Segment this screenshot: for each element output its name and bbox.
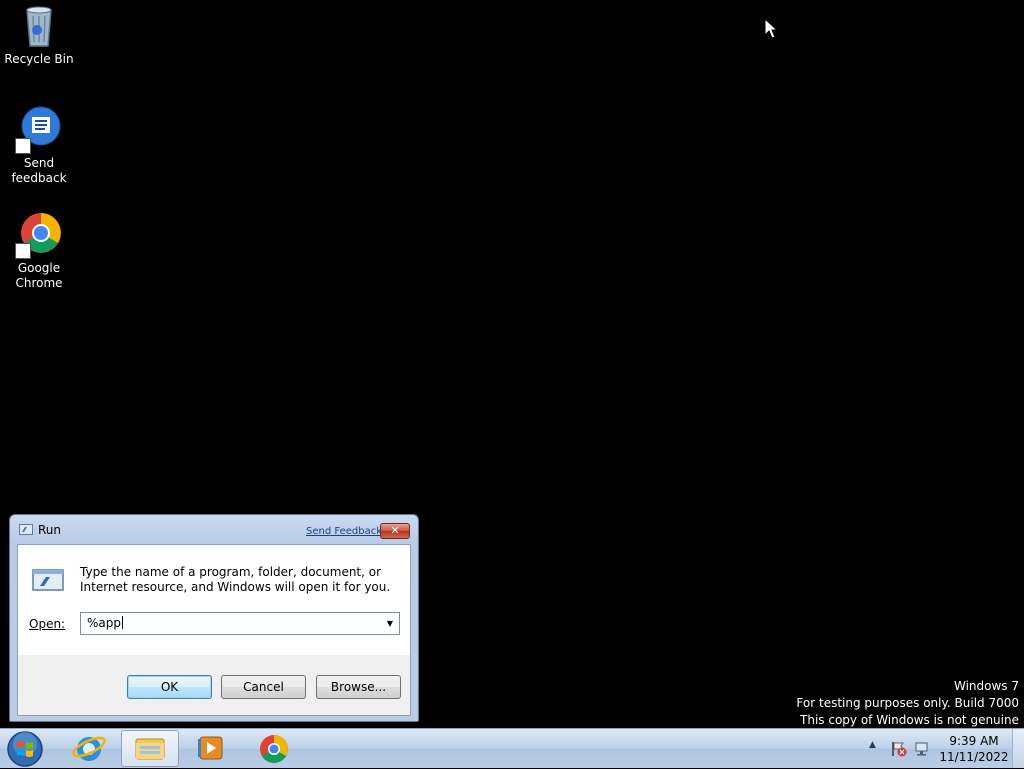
taskbar: ▲ 9:39 AM 11/11/2022 [0, 728, 1024, 768]
google-chrome-label: Google Chrome [15, 261, 63, 290]
run-dialog: Run Send Feedback ✕ Type the name of a p… [9, 514, 419, 722]
internet-explorer-icon [72, 736, 106, 761]
open-input-value: %app [87, 616, 121, 630]
run-program-icon [32, 569, 64, 591]
run-dialog-title: Run [38, 523, 62, 537]
action-center-flag-icon[interactable] [890, 740, 908, 758]
open-input[interactable]: %app [87, 616, 123, 630]
mouse-cursor-icon [764, 18, 779, 39]
shortcut-arrow-icon [15, 138, 31, 154]
network-icon[interactable] [914, 740, 932, 758]
dropdown-arrow-icon[interactable]: ▼ [384, 617, 396, 630]
taskbar-windows-explorer[interactable] [121, 730, 179, 767]
show-desktop-button[interactable] [1012, 729, 1024, 768]
feedback-icon [15, 106, 63, 154]
send-feedback-label: Send feedback [11, 156, 67, 185]
chrome-taskbar-icon [260, 735, 288, 763]
taskbar-google-chrome[interactable] [245, 730, 303, 767]
media-player-icon [198, 736, 223, 760]
windows-watermark: Windows 7 For testing purposes only. Bui… [796, 678, 1019, 729]
run-dialog-body: Type the name of a program, folder, docu… [17, 544, 411, 716]
watermark-line-2: For testing purposes only. Build 7000 [796, 696, 1019, 710]
open-combobox[interactable]: %app ▼ [80, 612, 400, 635]
clock-time: 9:39 AM [949, 734, 999, 748]
open-label-text: Open: [29, 617, 66, 631]
desktop-icon-recycle-bin[interactable]: Recycle Bin [0, 2, 78, 67]
recycle-bin-label: Recycle Bin [4, 52, 74, 66]
windows-explorer-icon [135, 738, 165, 760]
chrome-icon [15, 211, 63, 259]
run-description: Type the name of a program, folder, docu… [80, 565, 391, 594]
close-button[interactable]: ✕ [380, 523, 410, 539]
taskbar-internet-explorer[interactable] [60, 730, 118, 767]
recycle-bin-icon [15, 2, 63, 50]
clock-date: 11/11/2022 [939, 750, 1009, 764]
watermark-line-3: This copy of Windows is not genuine [800, 713, 1019, 727]
start-button[interactable] [6, 730, 44, 768]
system-clock[interactable]: 9:39 AM 11/11/2022 [938, 733, 1010, 765]
cancel-button[interactable]: Cancel [221, 675, 306, 699]
send-feedback-link[interactable]: Send Feedback [306, 526, 382, 537]
taskbar-media-player[interactable] [182, 730, 240, 767]
desktop-icon-send-feedback[interactable]: Send feedback [0, 106, 78, 186]
open-label: Open: [29, 617, 65, 631]
run-title-icon [19, 524, 33, 535]
desktop-icon-google-chrome[interactable]: Google Chrome [0, 211, 78, 291]
text-caret [122, 616, 123, 629]
ok-button[interactable]: OK [127, 675, 212, 699]
browse-button[interactable]: Browse... [316, 675, 401, 699]
shortcut-arrow-icon [15, 243, 31, 259]
watermark-line-1: Windows 7 [953, 679, 1019, 693]
tray-expand-icon[interactable]: ▲ [869, 740, 876, 750]
